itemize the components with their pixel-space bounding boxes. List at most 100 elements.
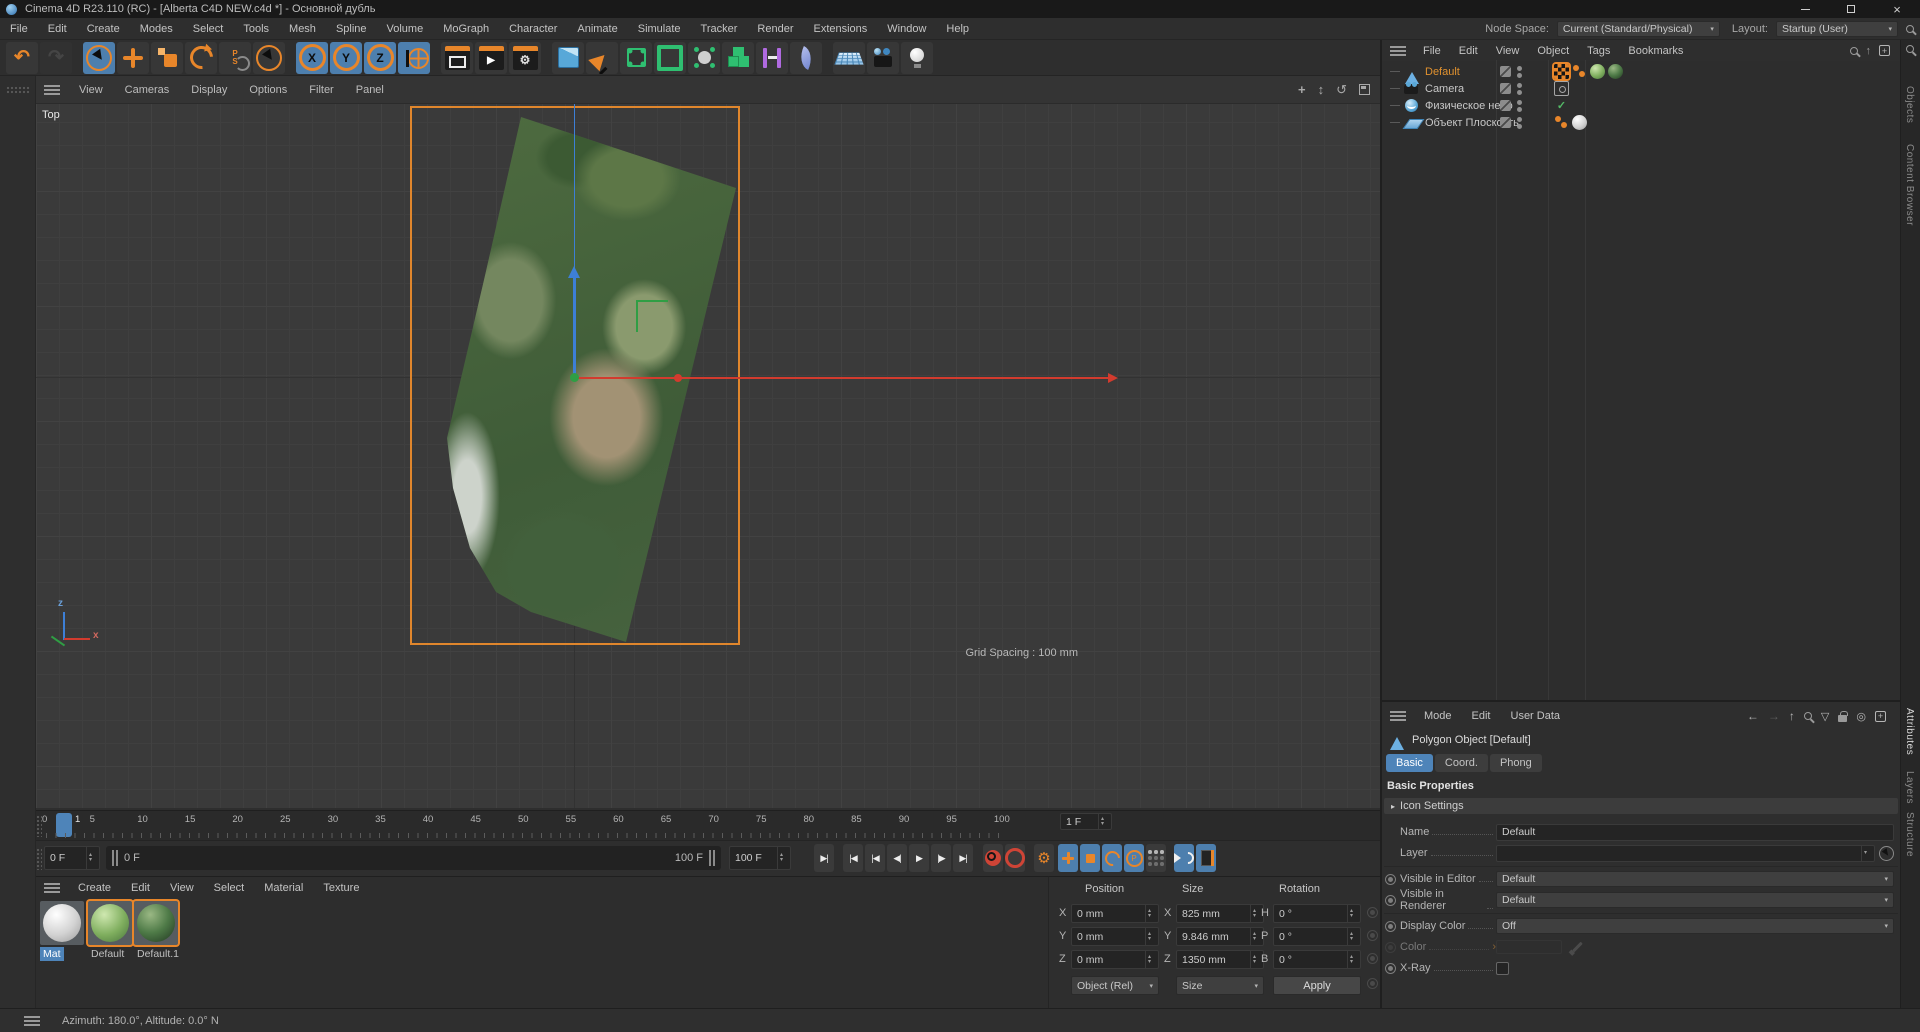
position-x-field[interactable]: 0 mm ▴ ▾	[1071, 904, 1159, 923]
material-item[interactable]: Default	[88, 901, 134, 961]
volumes-button[interactable]	[722, 41, 754, 74]
layer-toggle[interactable]	[1500, 66, 1511, 77]
material-menu-texture[interactable]: Texture	[313, 882, 369, 894]
material-menu-create[interactable]: Create	[68, 882, 121, 894]
spline-pen-button[interactable]	[586, 41, 618, 74]
tab-coord[interactable]: Coord.	[1434, 754, 1488, 772]
timeline-ruler[interactable]: 1 0 5 10 15 20 25 30 35 40 45 50 55 60 65 70 75 80 85 90 95…	[36, 810, 1380, 840]
search-icon[interactable]	[1906, 24, 1914, 33]
menu-volume[interactable]: Volume	[377, 23, 434, 35]
add-layer-icon[interactable]: +	[1879, 45, 1890, 56]
up-icon[interactable]: ↑	[1866, 45, 1872, 57]
render-view-button[interactable]	[441, 41, 473, 74]
filter-icon[interactable]: ▽	[1821, 710, 1829, 723]
menu-tracker[interactable]: Tracker	[691, 23, 748, 35]
target-icon[interactable]: ◎	[1856, 710, 1866, 723]
lock-icon[interactable]	[1838, 710, 1848, 722]
maximize-button[interactable]	[1828, 0, 1874, 18]
side-tab-structure[interactable]: Structure	[1904, 812, 1915, 857]
menu-help[interactable]: Help	[936, 23, 979, 35]
record-scale-button[interactable]	[1080, 844, 1100, 872]
coordinate-system-button[interactable]	[398, 41, 430, 74]
back-icon[interactable]: ←	[1747, 709, 1759, 723]
scale-tool-button[interactable]	[151, 41, 183, 74]
menu-simulate[interactable]: Simulate	[628, 23, 691, 35]
play-sound-button[interactable]	[1174, 844, 1194, 872]
minimize-button[interactable]	[1782, 0, 1828, 18]
size-z-field[interactable]: 1350 mm ▴ ▾	[1176, 950, 1264, 969]
live-selection-button[interactable]	[83, 41, 115, 74]
search-icon[interactable]	[1803, 712, 1812, 720]
layout-dropdown[interactable]: Startup (User) ▾	[1776, 20, 1898, 37]
axis-origin-dot[interactable]	[570, 373, 579, 382]
range-start-handle[interactable]	[112, 850, 118, 866]
generators-button[interactable]	[654, 41, 686, 74]
tab-phong[interactable]: Phong	[1489, 754, 1542, 772]
menu-modes[interactable]: Modes	[130, 23, 183, 35]
toggle-panel-icon[interactable]	[1359, 84, 1370, 95]
viewport[interactable]: z x Grid Spacing : 100 mm Top View Camera…	[36, 76, 1380, 808]
position-z-field[interactable]: 0 mm ▴ ▾	[1071, 950, 1159, 969]
ram-preview-button[interactable]	[1196, 844, 1216, 872]
material-name[interactable]: Default	[88, 947, 127, 961]
texture-tag-earth-icon[interactable]	[1608, 64, 1623, 79]
icon-settings-group[interactable]: ▸ Icon Settings	[1384, 798, 1898, 814]
visibility-dots[interactable]	[1517, 82, 1522, 88]
visibility-dots[interactable]	[1517, 116, 1522, 122]
lock-x-axis-button[interactable]: X	[296, 41, 328, 74]
selection-tool-button[interactable]	[253, 41, 285, 74]
x-axis-handle-dot[interactable]	[674, 374, 682, 382]
menu-window[interactable]: Window	[877, 23, 936, 35]
visible-in-renderer-dropdown[interactable]: Default ▾	[1496, 892, 1894, 908]
record-point-level-button[interactable]	[1146, 844, 1166, 872]
undo-button[interactable]: ↶	[6, 41, 38, 74]
deformers-button[interactable]	[688, 41, 720, 74]
z-axis-handle[interactable]	[573, 272, 576, 378]
material-name[interactable]: Mat	[40, 947, 64, 961]
am-menu-user-data[interactable]: User Data	[1501, 710, 1571, 722]
name-input[interactable]: Default	[1496, 823, 1894, 841]
menu-character[interactable]: Character	[499, 23, 567, 35]
material-thumbnail[interactable]	[88, 901, 132, 945]
viewport-menu-options[interactable]: Options	[238, 84, 298, 96]
material-thumbnail[interactable]	[134, 901, 178, 945]
light-object-button[interactable]	[901, 41, 933, 74]
stepper-icons[interactable]: ▴ ▾	[1097, 814, 1106, 829]
side-tab-objects[interactable]: Objects	[1904, 86, 1915, 123]
record-rotation-button[interactable]	[1102, 844, 1122, 872]
record-keyframe-button[interactable]	[983, 844, 1003, 872]
move-tool-button[interactable]	[117, 41, 149, 74]
goto-prev-key-button[interactable]: |◀	[865, 844, 885, 872]
drag-handle[interactable]	[5, 86, 30, 94]
goto-start-button[interactable]: |◀	[843, 844, 863, 872]
menu-animate[interactable]: Animate	[567, 23, 627, 35]
material-name[interactable]: Default.1	[134, 947, 182, 961]
hamburger-icon[interactable]	[24, 1015, 40, 1026]
uv-tag-icon[interactable]	[1554, 64, 1569, 79]
material-item[interactable]: Mat	[40, 901, 86, 961]
drag-handle[interactable]	[36, 848, 42, 870]
viewport-menu-filter[interactable]: Filter	[298, 84, 344, 96]
node-space-dropdown[interactable]: Current (Standard/Physical) ▾	[1556, 20, 1720, 37]
subdivision-surface-button[interactable]	[620, 41, 652, 74]
material-menu-select[interactable]: Select	[204, 882, 255, 894]
x-axis-line[interactable]	[575, 377, 1110, 379]
tab-basic[interactable]: Basic	[1386, 754, 1433, 772]
menu-mograph[interactable]: MoGraph	[433, 23, 499, 35]
search-icon[interactable]	[1849, 46, 1858, 55]
menu-tools[interactable]: Tools	[233, 23, 279, 35]
goto-end-button[interactable]: ▶|	[814, 844, 834, 872]
size-mode-dropdown[interactable]: Size ▾	[1176, 976, 1264, 995]
simulate-button[interactable]	[790, 41, 822, 74]
environment-floor-button[interactable]	[833, 41, 865, 74]
side-tab-layers[interactable]: Layers	[1904, 771, 1915, 804]
last-tool-psr-button[interactable]: P S	[219, 41, 251, 74]
viewport-menu-view[interactable]: View	[68, 84, 114, 96]
position-y-field[interactable]: 0 mm ▴ ▾	[1071, 927, 1159, 946]
layer-toggle[interactable]	[1500, 117, 1511, 128]
menu-render[interactable]: Render	[747, 23, 803, 35]
menu-edit[interactable]: Edit	[38, 23, 77, 35]
record-dot-icon[interactable]	[1385, 873, 1396, 885]
view-label[interactable]: Top	[42, 109, 60, 121]
record-dot-icon[interactable]	[1385, 894, 1396, 906]
